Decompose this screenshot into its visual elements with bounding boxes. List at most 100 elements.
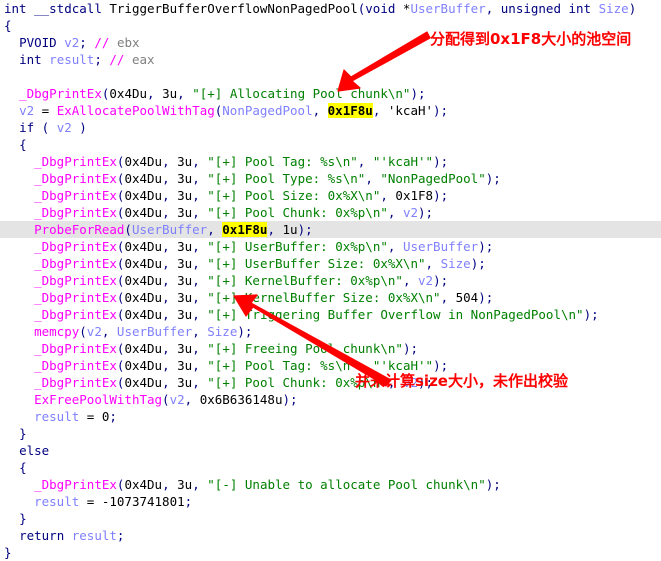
code-line-assign-result-zero[interactable]: result = 0; <box>0 408 661 425</box>
token: ); <box>433 154 449 169</box>
token: __stdcall <box>34 1 102 16</box>
token: 1u <box>282 222 298 237</box>
code-line-call-memcpy[interactable]: memcpy(v2, UserBuffer, Size); <box>0 323 661 340</box>
token: , <box>101 324 117 339</box>
token: void <box>365 1 396 16</box>
code-line-assign-result-error[interactable]: result = -1073741801; <box>0 493 661 510</box>
token: ) <box>71 120 87 135</box>
code-line-call-exfreepoolwithtag[interactable]: ExFreePoolWithTag(v2, 0x6B636148u); <box>0 391 661 408</box>
token: , <box>192 307 208 322</box>
code-line-print-userbuffer[interactable]: _DbgPrintEx(0x4Du, 3u, "[+] UserBuffer: … <box>0 238 661 255</box>
code-line-print-pool-size[interactable]: _DbgPrintEx(0x4Du, 3u, "[+] Pool Size: 0… <box>0 187 661 204</box>
token: ); <box>485 477 501 492</box>
token: , <box>184 392 200 407</box>
token: 3u <box>162 86 178 101</box>
annotation-no-size-check: 并未计算size大小，未作出校验 <box>355 372 568 390</box>
token: , <box>192 477 208 492</box>
token: 0x6B636148u <box>199 392 283 407</box>
token: , <box>267 222 283 237</box>
code-line-if-v2[interactable]: if ( v2 ) <box>0 119 661 136</box>
code-line-fn-signature[interactable]: int __stdcall TriggerBufferOverflowNonPa… <box>0 0 661 17</box>
code-line-print-allocating[interactable]: _DbgPrintEx(0x4Du, 3u, "[+] Allocating P… <box>0 85 661 102</box>
token: -1073741801 <box>101 494 185 509</box>
token: ); <box>478 239 494 254</box>
token: "[+] Pool Chunk: 0x%p\n" <box>207 205 388 220</box>
code-line-close-brace-fn[interactable]: } <box>0 544 661 561</box>
token: , <box>162 307 178 322</box>
token: ( <box>34 120 57 135</box>
token: , <box>192 290 208 305</box>
token: ; <box>109 409 117 424</box>
code-line-print-pool-type[interactable]: _DbgPrintEx(0x4Du, 3u, "[+] Pool Type: %… <box>0 170 661 187</box>
token: ; <box>79 35 95 50</box>
code-line-else-kw[interactable]: else <box>0 442 661 459</box>
code-line-close-brace-else[interactable]: } <box>0 510 661 527</box>
code-line-decl-result[interactable]: int result; // eax <box>0 51 661 68</box>
code-line-open-brace-else[interactable]: { <box>0 459 661 476</box>
token: ExFreePoolWithTag <box>34 392 163 407</box>
token: ; <box>94 52 110 67</box>
code-line-print-triggering[interactable]: _DbgPrintEx(0x4Du, 3u, "[+] Triggering B… <box>0 306 661 323</box>
pseudocode-view[interactable]: int __stdcall TriggerBufferOverflowNonPa… <box>0 0 661 560</box>
token: Size <box>598 1 629 16</box>
code-line-print-freeing[interactable]: _DbgPrintEx(0x4Du, 3u, "[+] Freeing Pool… <box>0 340 661 357</box>
token: v2 <box>56 120 72 135</box>
token: ); <box>433 273 449 288</box>
token: 0x4Du <box>124 477 163 492</box>
token: 0x4Du <box>109 86 148 101</box>
token: "[+] Pool Tag: %s\n" <box>207 154 358 169</box>
token: 0x4Du <box>124 171 163 186</box>
token: int <box>4 1 27 16</box>
token: , <box>162 256 178 271</box>
token: , <box>192 154 208 169</box>
token: , <box>192 324 208 339</box>
token: , <box>162 273 178 288</box>
token: ( <box>162 392 170 407</box>
token: // <box>109 52 132 67</box>
token: , <box>162 188 178 203</box>
token: 3u <box>177 358 193 373</box>
token: v2 <box>64 35 80 50</box>
token: , <box>425 256 441 271</box>
code-line-print-unable[interactable]: _DbgPrintEx(0x4Du, 3u, "[-] Unable to al… <box>0 476 661 493</box>
token: ( <box>79 324 87 339</box>
token: 3u <box>177 341 193 356</box>
code-line-call-exallocatepoolwithtag[interactable]: v2 = ExAllocatePoolWithTag(NonPagedPool,… <box>0 102 661 119</box>
token: NonPagedPool <box>222 103 313 118</box>
token: _DbgPrintEx <box>19 86 102 101</box>
token: } <box>19 426 27 441</box>
code-line-return-result[interactable]: return result; <box>0 527 661 544</box>
code-line-call-probeforread[interactable]: ProbeForRead(UserBuffer, 0x1F8u, 1u); <box>0 221 661 238</box>
code-line-print-kernelbuffer[interactable]: _DbgPrintEx(0x4Du, 3u, "[+] KernelBuffer… <box>0 272 661 289</box>
token: ); <box>433 103 449 118</box>
code-line-print-pool-chunk[interactable]: _DbgPrintEx(0x4Du, 3u, "[+] Pool Chunk: … <box>0 204 661 221</box>
token: _DbgPrintEx <box>34 188 117 203</box>
token: 3u <box>177 256 193 271</box>
token: 3u <box>177 290 193 305</box>
token: , <box>162 358 178 373</box>
code-line-close-brace-if[interactable]: } <box>0 425 661 442</box>
code-line-blank-1[interactable] <box>0 68 661 85</box>
code-line-open-brace-if[interactable]: { <box>0 136 661 153</box>
token: ; <box>116 528 125 543</box>
code-line-print-pool-tag[interactable]: _DbgPrintEx(0x4Du, 3u, "[+] Pool Tag: %s… <box>0 153 661 170</box>
token: 0x4Du <box>124 256 163 271</box>
code-line-print-userbuffer-size[interactable]: _DbgPrintEx(0x4Du, 3u, "[+] UserBuffer S… <box>0 255 661 272</box>
token: , <box>192 273 208 288</box>
token: ); <box>402 341 418 356</box>
token: ); <box>297 222 313 237</box>
token: result <box>71 528 117 543</box>
token: 0x4Du <box>124 188 163 203</box>
code-line-print-kernelbuffer-size[interactable]: _DbgPrintEx(0x4Du, 3u, "[+] KernelBuffer… <box>0 289 661 306</box>
token: "[+] KernelBuffer: 0x%p\n" <box>207 273 403 288</box>
token: Size <box>440 256 471 271</box>
